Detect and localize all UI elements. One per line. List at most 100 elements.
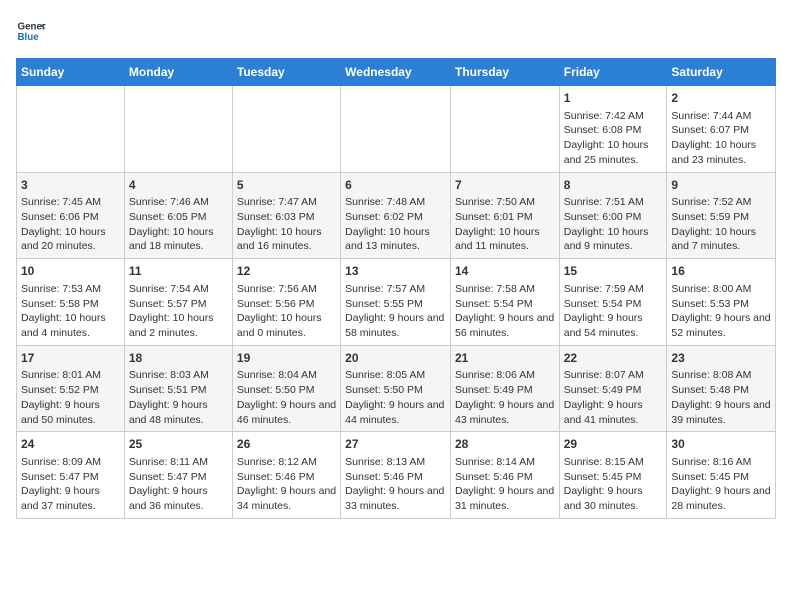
day-number: 27 bbox=[345, 436, 446, 453]
day-info: Sunrise: 7:46 AM bbox=[129, 195, 228, 210]
calendar-cell: 2 Sunrise: 7:44 AMSunset: 6:07 PMDaylight… bbox=[667, 86, 776, 173]
day-number: 29 bbox=[564, 436, 663, 453]
svg-text:Blue: Blue bbox=[18, 32, 40, 43]
day-info: Sunset: 5:54 PM bbox=[455, 297, 555, 312]
calendar-cell: 1Sunrise: 7:42 AMSunset: 6:08 PMDaylight… bbox=[559, 86, 667, 173]
day-info: Sunrise: 7:50 AM bbox=[455, 195, 555, 210]
calendar-cell: 17Sunrise: 8:01 AMSunset: 5:52 PMDayligh… bbox=[17, 345, 125, 432]
day-number: 20 bbox=[345, 350, 446, 367]
calendar-cell: 5Sunrise: 7:47 AMSunset: 6:03 PMDaylight… bbox=[232, 172, 340, 259]
calendar-cell: 13Sunrise: 7:57 AMSunset: 5:55 PMDayligh… bbox=[341, 259, 451, 346]
day-number: 8 bbox=[564, 177, 663, 194]
day-number: 25 bbox=[129, 436, 228, 453]
day-info: Daylight: 10 hours and 11 minutes. bbox=[455, 225, 555, 254]
calendar-cell: 12Sunrise: 7:56 AMSunset: 5:56 PMDayligh… bbox=[232, 259, 340, 346]
calendar-cell bbox=[232, 86, 340, 173]
day-info: Sunset: 5:46 PM bbox=[455, 470, 555, 485]
day-number: 17 bbox=[21, 350, 120, 367]
day-info: Sunrise: 8:12 AM bbox=[237, 455, 336, 470]
day-info: Sunrise: 8:13 AM bbox=[345, 455, 446, 470]
day-number: 26 bbox=[237, 436, 336, 453]
day-info: Sunrise: 8:03 AM bbox=[129, 368, 228, 383]
day-info: Sunset: 5:45 PM bbox=[564, 470, 663, 485]
day-info: Daylight: 9 hours and 31 minutes. bbox=[455, 484, 555, 513]
day-info: Sunrise: 8:01 AM bbox=[21, 368, 120, 383]
day-info: Sunrise: 7:56 AM bbox=[237, 282, 336, 297]
col-header-saturday: Saturday bbox=[667, 59, 776, 86]
day-info: Daylight: 10 hours and 23 minutes. bbox=[671, 138, 771, 167]
day-info: Sunrise: 8:08 AM bbox=[671, 368, 771, 383]
day-info: Daylight: 9 hours and 48 minutes. bbox=[129, 398, 228, 427]
day-info: Sunset: 5:49 PM bbox=[455, 383, 555, 398]
day-info: Daylight: 9 hours and 54 minutes. bbox=[564, 311, 663, 340]
day-info: Sunrise: 7:48 AM bbox=[345, 195, 446, 210]
day-info: Daylight: 9 hours and 41 minutes. bbox=[564, 398, 663, 427]
day-number: 5 bbox=[237, 177, 336, 194]
day-info: Daylight: 10 hours and 2 minutes. bbox=[129, 311, 228, 340]
calendar-cell: 24Sunrise: 8:09 AMSunset: 5:47 PMDayligh… bbox=[17, 432, 125, 519]
col-header-friday: Friday bbox=[559, 59, 667, 86]
day-number: 9 bbox=[671, 177, 771, 194]
day-number: 1 bbox=[564, 90, 663, 107]
day-info: Sunrise: 7:52 AM bbox=[671, 195, 771, 210]
calendar-cell: 3Sunrise: 7:45 AMSunset: 6:06 PMDaylight… bbox=[17, 172, 125, 259]
calendar-cell: 14Sunrise: 7:58 AMSunset: 5:54 PMDayligh… bbox=[450, 259, 559, 346]
day-info: Sunrise: 7:57 AM bbox=[345, 282, 446, 297]
col-header-sunday: Sunday bbox=[17, 59, 125, 86]
day-info: Sunrise: 8:11 AM bbox=[129, 455, 228, 470]
day-info: Sunset: 6:06 PM bbox=[21, 210, 120, 225]
day-info: Daylight: 10 hours and 7 minutes. bbox=[671, 225, 771, 254]
calendar-cell: 19Sunrise: 8:04 AMSunset: 5:50 PMDayligh… bbox=[232, 345, 340, 432]
day-info: Sunset: 6:07 PM bbox=[671, 123, 771, 138]
day-number: 10 bbox=[21, 263, 120, 280]
day-info: Daylight: 9 hours and 39 minutes. bbox=[671, 398, 771, 427]
day-info: Daylight: 9 hours and 33 minutes. bbox=[345, 484, 446, 513]
calendar-cell: 22Sunrise: 8:07 AMSunset: 5:49 PMDayligh… bbox=[559, 345, 667, 432]
day-info: Sunset: 5:56 PM bbox=[237, 297, 336, 312]
day-info: Sunset: 6:08 PM bbox=[564, 123, 663, 138]
day-info: Daylight: 9 hours and 44 minutes. bbox=[345, 398, 446, 427]
day-info: Sunrise: 8:06 AM bbox=[455, 368, 555, 383]
day-info: Sunrise: 7:42 AM bbox=[564, 109, 663, 124]
col-header-thursday: Thursday bbox=[450, 59, 559, 86]
day-info: Daylight: 9 hours and 28 minutes. bbox=[671, 484, 771, 513]
day-info: Daylight: 10 hours and 9 minutes. bbox=[564, 225, 663, 254]
day-info: Daylight: 9 hours and 34 minutes. bbox=[237, 484, 336, 513]
day-info: Sunset: 5:52 PM bbox=[21, 383, 120, 398]
day-info: Sunrise: 7:51 AM bbox=[564, 195, 663, 210]
day-number: 15 bbox=[564, 263, 663, 280]
day-number: 2 bbox=[671, 90, 771, 107]
calendar-cell: 11Sunrise: 7:54 AMSunset: 5:57 PMDayligh… bbox=[124, 259, 232, 346]
calendar-table: SundayMondayTuesdayWednesdayThursdayFrid… bbox=[16, 58, 776, 519]
day-info: Daylight: 10 hours and 4 minutes. bbox=[21, 311, 120, 340]
day-info: Daylight: 10 hours and 0 minutes. bbox=[237, 311, 336, 340]
calendar-cell bbox=[124, 86, 232, 173]
svg-text:General: General bbox=[18, 22, 47, 33]
day-info: Daylight: 9 hours and 58 minutes. bbox=[345, 311, 446, 340]
calendar-cell bbox=[450, 86, 559, 173]
day-info: Sunrise: 8:09 AM bbox=[21, 455, 120, 470]
calendar-cell: 29Sunrise: 8:15 AMSunset: 5:45 PMDayligh… bbox=[559, 432, 667, 519]
day-info: Sunrise: 7:58 AM bbox=[455, 282, 555, 297]
day-info: Sunset: 5:51 PM bbox=[129, 383, 228, 398]
day-info: Sunset: 5:48 PM bbox=[671, 383, 771, 398]
col-header-monday: Monday bbox=[124, 59, 232, 86]
day-info: Sunrise: 8:04 AM bbox=[237, 368, 336, 383]
day-info: Daylight: 9 hours and 30 minutes. bbox=[564, 484, 663, 513]
day-number: 3 bbox=[21, 177, 120, 194]
day-info: Sunrise: 7:54 AM bbox=[129, 282, 228, 297]
calendar-cell bbox=[341, 86, 451, 173]
day-number: 24 bbox=[21, 436, 120, 453]
day-info: Sunrise: 7:47 AM bbox=[237, 195, 336, 210]
day-number: 11 bbox=[129, 263, 228, 280]
day-info: Daylight: 10 hours and 20 minutes. bbox=[21, 225, 120, 254]
day-info: Daylight: 9 hours and 52 minutes. bbox=[671, 311, 771, 340]
calendar-cell: 23Sunrise: 8:08 AMSunset: 5:48 PMDayligh… bbox=[667, 345, 776, 432]
day-number: 23 bbox=[671, 350, 771, 367]
calendar-cell: 26Sunrise: 8:12 AMSunset: 5:46 PMDayligh… bbox=[232, 432, 340, 519]
day-info: Sunset: 5:59 PM bbox=[671, 210, 771, 225]
day-info: Daylight: 9 hours and 50 minutes. bbox=[21, 398, 120, 427]
day-info: Sunset: 6:01 PM bbox=[455, 210, 555, 225]
day-number: 14 bbox=[455, 263, 555, 280]
day-info: Sunrise: 7:44 AM bbox=[671, 109, 771, 124]
